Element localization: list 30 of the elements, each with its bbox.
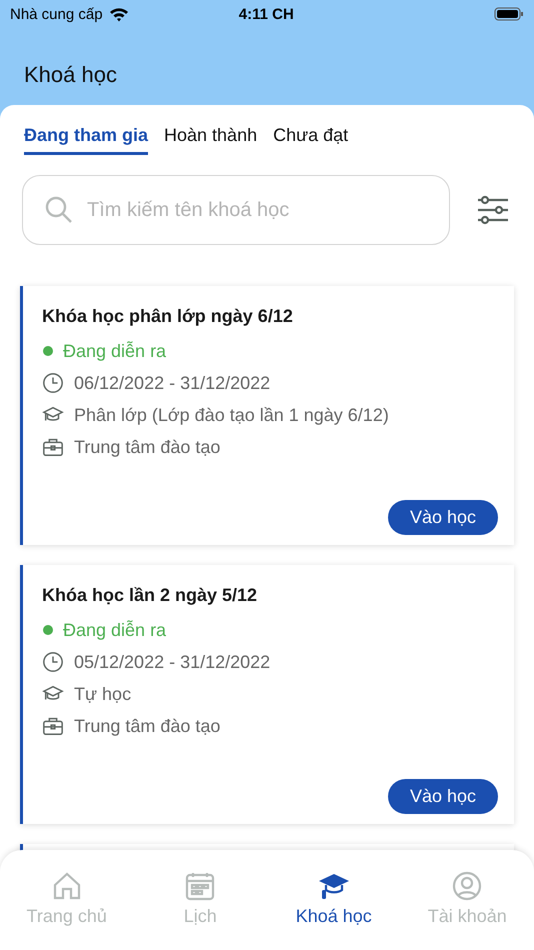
- course-detail: 05/12/2022 - 31/12/2022: [74, 652, 270, 672]
- account-icon: [451, 870, 484, 902]
- clock-icon: [42, 372, 64, 394]
- enter-button[interactable]: Vào học: [388, 779, 498, 814]
- tab[interactable]: Chưa đạt: [273, 123, 348, 155]
- battery-icon: [494, 7, 524, 21]
- clock-time: 4:11 CH: [238, 6, 294, 22]
- enter-button[interactable]: Vào học: [388, 500, 498, 535]
- course-detail: Trung tâm đào tạo: [74, 716, 220, 736]
- nav-item[interactable]: Khoá học: [267, 870, 400, 936]
- briefcase-icon: [42, 436, 64, 458]
- course-detail: Phân lớp (Lớp đào tạo lần 1 ngày 6/12): [74, 404, 389, 426]
- search-field[interactable]: Tìm kiếm tên khoá học: [22, 175, 450, 245]
- course-status: Đang diễn ra: [63, 340, 166, 362]
- course-detail: 06/12/2022 - 31/12/2022: [74, 372, 270, 394]
- tab[interactable]: Hoàn thành: [164, 123, 258, 155]
- course-detail: Tự học: [74, 684, 132, 704]
- page-title: Khoá học: [23, 61, 118, 89]
- search-icon: [44, 195, 74, 225]
- course-title: Khóa học lần 2 ngày 5/12: [42, 585, 258, 606]
- filter-icon[interactable]: [476, 194, 510, 226]
- carrier-name: Nhà cung cấp: [10, 6, 103, 22]
- course-detail: Trung tâm đào tạo: [74, 436, 220, 458]
- course-title: Khóa học phân lớp ngày 6/12: [42, 306, 294, 327]
- tab[interactable]: Đang tham gia: [24, 123, 148, 155]
- briefcase-icon: [42, 715, 64, 737]
- clock-icon: [42, 651, 64, 673]
- course-status: Đang diễn ra: [63, 620, 166, 640]
- wifi-icon: [108, 6, 129, 22]
- calendar-icon: [184, 870, 216, 902]
